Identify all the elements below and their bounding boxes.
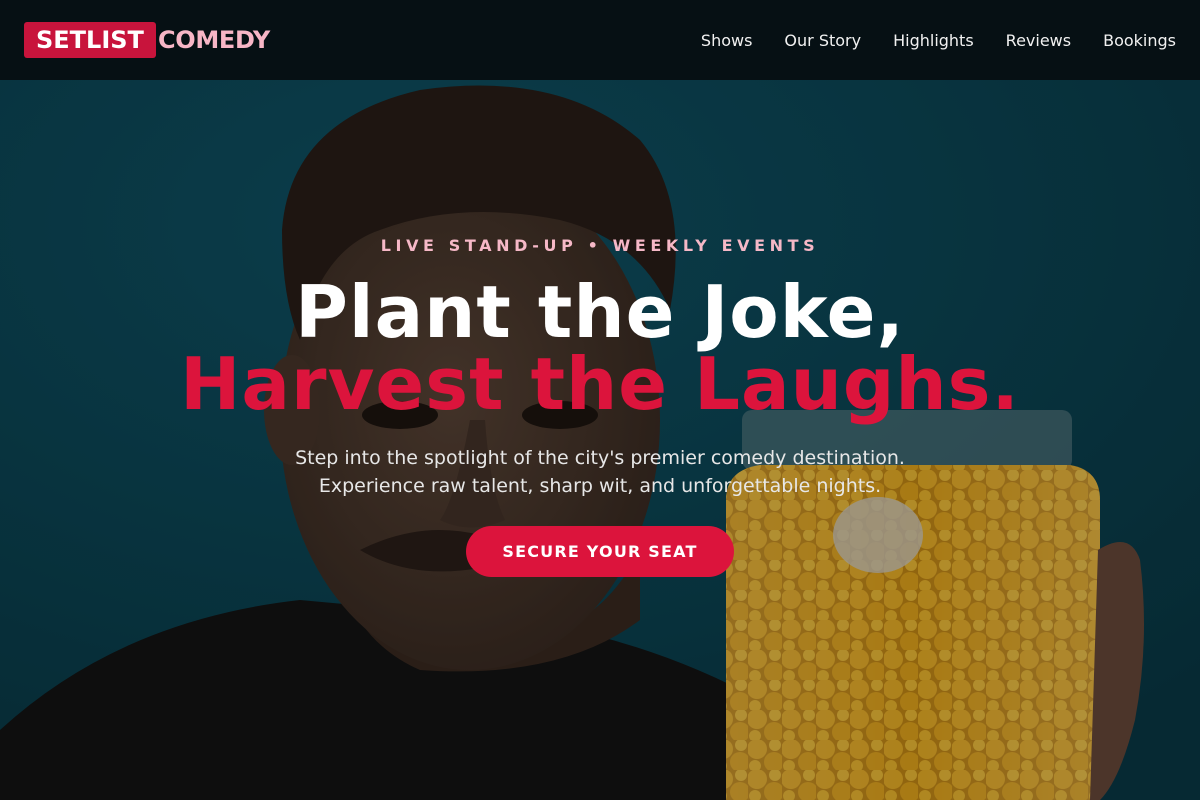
nav-link-highlights[interactable]: Highlights [893, 31, 974, 50]
hero-subtitle: Step into the spotlight of the city's pr… [0, 444, 1200, 500]
hero-headline-line-2: Harvest the Laughs. [180, 342, 1020, 426]
hero-section: LIVE STAND-UP • WEEKLY EVENTS Plant the … [0, 80, 1200, 800]
nav-link-shows[interactable]: Shows [701, 31, 753, 50]
nav-link-bookings[interactable]: Bookings [1103, 31, 1176, 50]
hero-headline-line-1: Plant the Joke, [295, 270, 905, 354]
main-nav: Shows Our Story Highlights Reviews Booki… [669, 0, 1176, 80]
top-navigation-bar: SETLIST COMEDY Shows Our Story Highlight… [0, 0, 1200, 80]
hero-eyebrow: LIVE STAND-UP • WEEKLY EVENTS [380, 236, 820, 255]
nav-link-reviews[interactable]: Reviews [1006, 31, 1071, 50]
hero-subtitle-line-1: Step into the spotlight of the city's pr… [295, 447, 905, 469]
page: SETLIST COMEDY Shows Our Story Highlight… [0, 0, 1200, 800]
nav-link-our-story[interactable]: Our Story [784, 31, 861, 50]
hero-dark-overlay [0, 80, 1200, 800]
secure-your-seat-button[interactable]: SECURE YOUR SEAT [466, 526, 734, 577]
brand-logo[interactable]: SETLIST COMEDY [24, 22, 270, 58]
logo-box-text: SETLIST [24, 22, 156, 58]
hero-subtitle-line-2: Experience raw talent, sharp wit, and un… [318, 475, 882, 497]
logo-word-text: COMEDY [157, 26, 270, 54]
